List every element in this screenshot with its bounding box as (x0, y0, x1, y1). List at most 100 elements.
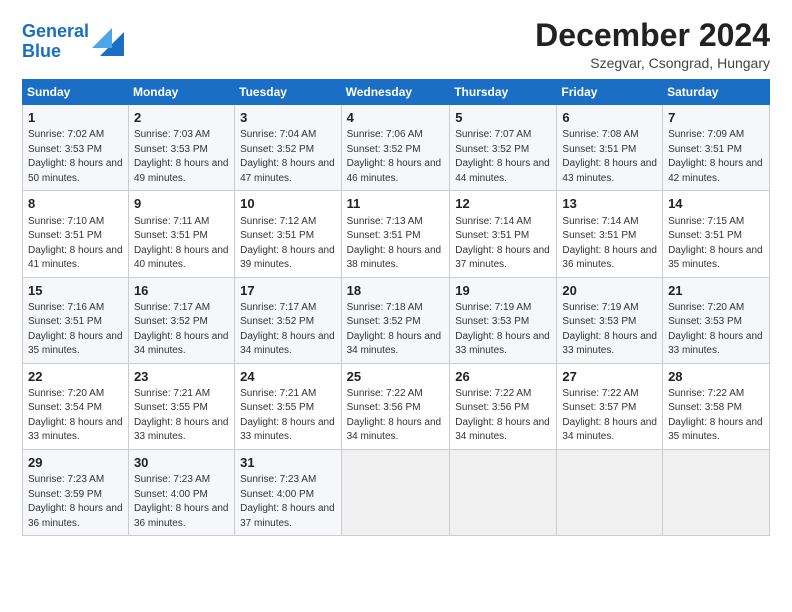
day-number: 16 (134, 282, 229, 300)
day-info: Sunrise: 7:06 AMSunset: 3:52 PMDaylight:… (347, 128, 445, 186)
day-info: Sunrise: 7:23 AMSunset: 3:59 PMDaylight:… (28, 473, 123, 531)
header: General Blue December 2024 Szegvar, Cson… (22, 18, 770, 71)
day-info: Sunrise: 7:16 AMSunset: 3:51 PMDaylight:… (28, 301, 123, 359)
location: Szegvar, Csongrad, Hungary (535, 55, 770, 71)
day-number: 31 (240, 454, 335, 472)
day-info: Sunrise: 7:21 AMSunset: 3:55 PMDaylight:… (134, 387, 229, 445)
day-number: 29 (28, 454, 123, 472)
day-number: 30 (134, 454, 229, 472)
day-info: Sunrise: 7:23 AMSunset: 4:00 PMDaylight:… (134, 473, 229, 531)
calendar-cell-30: 30Sunrise: 7:23 AMSunset: 4:00 PMDayligh… (128, 449, 234, 535)
day-info: Sunrise: 7:20 AMSunset: 3:53 PMDaylight:… (668, 301, 764, 359)
day-info: Sunrise: 7:20 AMSunset: 3:54 PMDaylight:… (28, 387, 123, 445)
calendar-cell-empty (557, 449, 663, 535)
calendar-cell-15: 15Sunrise: 7:16 AMSunset: 3:51 PMDayligh… (23, 277, 129, 363)
calendar-week-4: 22Sunrise: 7:20 AMSunset: 3:54 PMDayligh… (23, 363, 770, 449)
calendar-header: SundayMondayTuesdayWednesdayThursdayFrid… (23, 80, 770, 105)
day-info: Sunrise: 7:17 AMSunset: 3:52 PMDaylight:… (240, 301, 335, 359)
calendar-cell-9: 9 Sunrise: 7:11 AMSunset: 3:51 PMDaylight… (128, 191, 234, 277)
calendar-cell-empty (341, 449, 450, 535)
day-number: 20 (562, 282, 657, 300)
day-number: 27 (562, 368, 657, 386)
day-number: 5 (455, 109, 551, 127)
logo-general: General (22, 21, 89, 41)
day-info: Sunrise: 7:21 AMSunset: 3:55 PMDaylight:… (240, 387, 335, 445)
day-info: Sunrise: 7:11 AMSunset: 3:51 PMDaylight:… (134, 215, 229, 273)
day-number: 6 (562, 109, 657, 127)
calendar-cell-19: 19Sunrise: 7:19 AMSunset: 3:53 PMDayligh… (450, 277, 557, 363)
page: General Blue December 2024 Szegvar, Cson… (0, 0, 792, 612)
logo-text: General Blue (22, 22, 89, 62)
calendar-cell-1: 1Sunrise: 7:02 AMSunset: 3:53 PMDaylight… (23, 105, 129, 191)
day-info: Sunrise: 7:02 AMSunset: 3:53 PMDaylight:… (28, 128, 123, 186)
day-info: Sunrise: 7:09 AMSunset: 3:51 PMDaylight:… (668, 128, 764, 186)
calendar-week-5: 29Sunrise: 7:23 AMSunset: 3:59 PMDayligh… (23, 449, 770, 535)
calendar-cell-13: 13 Sunrise: 7:14 AMSunset: 3:51 PMDayligh… (557, 191, 663, 277)
calendar-cell-11: 11 Sunrise: 7:13 AMSunset: 3:51 PMDayligh… (341, 191, 450, 277)
day-info: Sunrise: 7:04 AMSunset: 3:52 PMDaylight:… (240, 128, 335, 186)
day-number: 7 (668, 109, 764, 127)
header-row: SundayMondayTuesdayWednesdayThursdayFrid… (23, 80, 770, 105)
header-day-sunday: Sunday (23, 80, 129, 105)
calendar-cell-3: 3Sunrise: 7:04 AMSunset: 3:52 PMDaylight… (235, 105, 341, 191)
calendar-cell-25: 25Sunrise: 7:22 AMSunset: 3:56 PMDayligh… (341, 363, 450, 449)
calendar-cell-22: 22Sunrise: 7:20 AMSunset: 3:54 PMDayligh… (23, 363, 129, 449)
header-day-thursday: Thursday (450, 80, 557, 105)
day-info: Sunrise: 7:03 AMSunset: 3:53 PMDaylight:… (134, 128, 229, 186)
calendar-cell-empty (450, 449, 557, 535)
logo: General Blue (22, 22, 124, 62)
day-info: Sunrise: 7:14 AMSunset: 3:51 PMDaylight:… (455, 215, 551, 273)
day-number: 18 (347, 282, 445, 300)
calendar-cell-28: 28Sunrise: 7:22 AMSunset: 3:58 PMDayligh… (663, 363, 770, 449)
calendar-week-1: 1Sunrise: 7:02 AMSunset: 3:53 PMDaylight… (23, 105, 770, 191)
day-number: 15 (28, 282, 123, 300)
day-number: 23 (134, 368, 229, 386)
day-info: Sunrise: 7:12 AMSunset: 3:51 PMDaylight:… (240, 215, 335, 273)
header-day-tuesday: Tuesday (235, 80, 341, 105)
day-info: Sunrise: 7:19 AMSunset: 3:53 PMDaylight:… (562, 301, 657, 359)
day-number: 1 (28, 109, 123, 127)
calendar-cell-4: 4Sunrise: 7:06 AMSunset: 3:52 PMDaylight… (341, 105, 450, 191)
day-number: 28 (668, 368, 764, 386)
logo-blue: Blue (22, 41, 61, 61)
day-number: 12 (455, 195, 551, 213)
day-number: 25 (347, 368, 445, 386)
calendar-cell-21: 21Sunrise: 7:20 AMSunset: 3:53 PMDayligh… (663, 277, 770, 363)
day-info: Sunrise: 7:18 AMSunset: 3:52 PMDaylight:… (347, 301, 445, 359)
month-title: December 2024 (535, 18, 770, 53)
day-info: Sunrise: 7:13 AMSunset: 3:51 PMDaylight:… (347, 215, 445, 273)
calendar-table: SundayMondayTuesdayWednesdayThursdayFrid… (22, 79, 770, 536)
day-info: Sunrise: 7:14 AMSunset: 3:51 PMDaylight:… (562, 215, 657, 273)
calendar-cell-12: 12 Sunrise: 7:14 AMSunset: 3:51 PMDayligh… (450, 191, 557, 277)
calendar-cell-29: 29Sunrise: 7:23 AMSunset: 3:59 PMDayligh… (23, 449, 129, 535)
day-info: Sunrise: 7:22 AMSunset: 3:56 PMDaylight:… (455, 387, 551, 445)
day-info: Sunrise: 7:07 AMSunset: 3:52 PMDaylight:… (455, 128, 551, 186)
day-number: 9 (134, 195, 229, 213)
day-number: 10 (240, 195, 335, 213)
day-number: 22 (28, 368, 123, 386)
day-number: 3 (240, 109, 335, 127)
day-number: 26 (455, 368, 551, 386)
day-number: 24 (240, 368, 335, 386)
calendar-body: 1Sunrise: 7:02 AMSunset: 3:53 PMDaylight… (23, 105, 770, 536)
day-info: Sunrise: 7:22 AMSunset: 3:58 PMDaylight:… (668, 387, 764, 445)
day-info: Sunrise: 7:15 AMSunset: 3:51 PMDaylight:… (668, 215, 764, 273)
day-number: 13 (562, 195, 657, 213)
day-number: 8 (28, 195, 123, 213)
calendar-cell-5: 5Sunrise: 7:07 AMSunset: 3:52 PMDaylight… (450, 105, 557, 191)
header-day-wednesday: Wednesday (341, 80, 450, 105)
calendar-cell-31: 31Sunrise: 7:23 AMSunset: 4:00 PMDayligh… (235, 449, 341, 535)
day-info: Sunrise: 7:23 AMSunset: 4:00 PMDaylight:… (240, 473, 335, 531)
day-info: Sunrise: 7:22 AMSunset: 3:57 PMDaylight:… (562, 387, 657, 445)
calendar-cell-17: 17Sunrise: 7:17 AMSunset: 3:52 PMDayligh… (235, 277, 341, 363)
day-number: 21 (668, 282, 764, 300)
calendar-cell-10: 10 Sunrise: 7:12 AMSunset: 3:51 PMDayligh… (235, 191, 341, 277)
day-info: Sunrise: 7:08 AMSunset: 3:51 PMDaylight:… (562, 128, 657, 186)
logo-icon (92, 28, 124, 56)
day-number: 14 (668, 195, 764, 213)
calendar-cell-16: 16Sunrise: 7:17 AMSunset: 3:52 PMDayligh… (128, 277, 234, 363)
calendar-cell-18: 18Sunrise: 7:18 AMSunset: 3:52 PMDayligh… (341, 277, 450, 363)
header-day-saturday: Saturday (663, 80, 770, 105)
day-number: 11 (347, 195, 445, 213)
calendar-cell-8: 8Sunrise: 7:10 AMSunset: 3:51 PMDaylight… (23, 191, 129, 277)
